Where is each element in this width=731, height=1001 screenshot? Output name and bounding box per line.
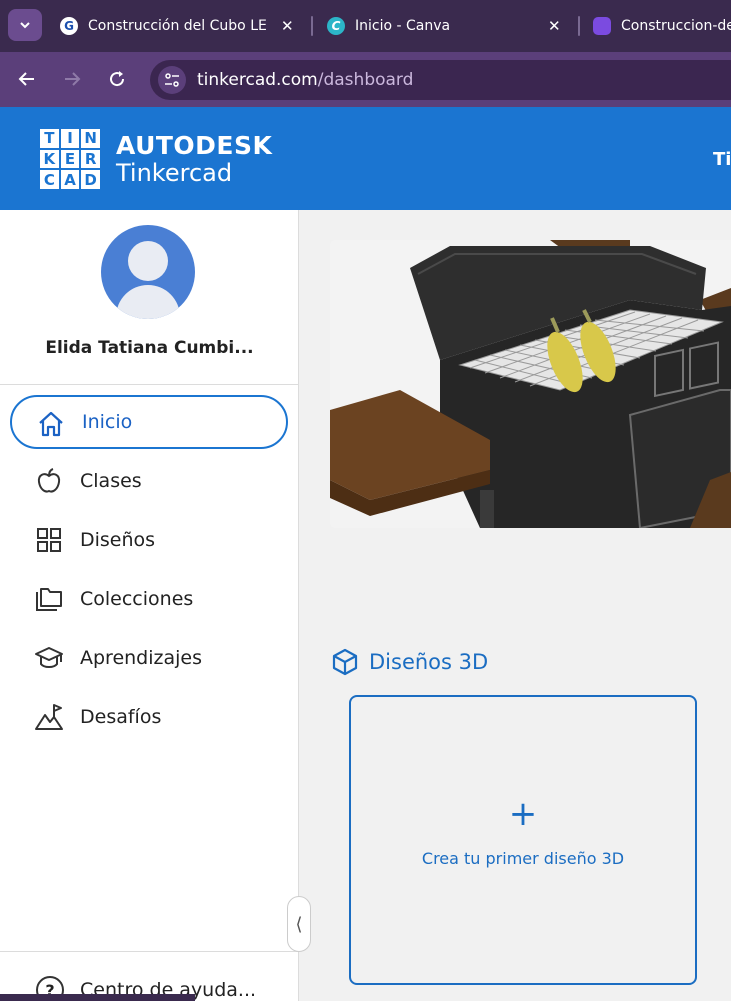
tab-separator: [578, 16, 580, 36]
sidebar-item-disenos[interactable]: Diseños: [10, 513, 288, 567]
logo-letter: D: [81, 170, 100, 189]
site-info-button[interactable]: [158, 66, 186, 94]
tab-canva[interactable]: C Inicio - Canva ✕: [327, 8, 567, 44]
sidebar-item-label: Diseños: [80, 529, 156, 551]
header-nav-link[interactable]: Ti: [713, 149, 731, 170]
folder-icon: [34, 586, 64, 612]
tab-construccion[interactable]: Construccion-de: [593, 8, 731, 44]
avatar-body: [116, 285, 180, 319]
brand-autodesk: AUTODESK: [116, 131, 273, 160]
sidebar-item-label: Aprendizajes: [80, 647, 203, 669]
close-tab-icon[interactable]: ✕: [548, 17, 561, 35]
url-domain: tinkercad.com: [197, 70, 318, 90]
logo-letter: E: [60, 149, 80, 169]
sidebar-item-label: Colecciones: [80, 588, 194, 610]
reload-button[interactable]: [104, 66, 130, 92]
sidebar-item-colecciones[interactable]: Colecciones: [10, 572, 288, 626]
home-icon: [36, 411, 66, 437]
sidebar: Elida Tatiana Cumbi... Inicio Clases Dis…: [0, 210, 299, 1001]
create-design-label: Crea tu primer diseño 3D: [421, 849, 625, 868]
url-text: tinkercad.com/dashboard: [197, 70, 413, 90]
logo-letter: N: [81, 129, 100, 148]
app-header: T I N K E R C A D AUTODESK Tinkercad Ti: [0, 107, 731, 210]
cube-icon: [332, 648, 358, 676]
apple-icon: [34, 468, 64, 494]
tab-title: Construcción del Cubo LED: [88, 18, 268, 34]
mountain-flag-icon: [34, 704, 64, 730]
address-bar[interactable]: tinkercad.com/dashboard: [150, 60, 731, 100]
logo-letter: C: [40, 170, 59, 189]
arrow-left-icon: [18, 72, 34, 86]
reload-icon: [110, 71, 125, 87]
logo-letter: T: [40, 129, 59, 148]
tune-icon: [165, 73, 179, 87]
logo-letter: I: [60, 129, 80, 148]
tab-search-button[interactable]: [8, 9, 42, 41]
divider: [0, 384, 299, 385]
section-title-disenos-3d: Diseños 3D: [331, 648, 488, 676]
google-docs-favicon-icon: G: [60, 17, 78, 35]
logo-letter: K: [40, 149, 59, 169]
user-name: Elida Tatiana Cumbi...: [45, 338, 254, 358]
divider: [0, 951, 299, 952]
canva-favicon-icon: C: [327, 17, 345, 35]
sidebar-collapse-handle[interactable]: ⟨: [287, 896, 311, 952]
tab-separator: [311, 16, 313, 36]
sidebar-item-label: Inicio: [82, 411, 133, 433]
section-title-text: Diseños 3D: [369, 650, 489, 674]
sidebar-item-inicio[interactable]: Inicio: [10, 395, 288, 449]
tinkercad-logo[interactable]: T I N K E R C A D: [40, 129, 100, 189]
plus-icon: +: [508, 794, 538, 834]
grill-render-image: [330, 240, 731, 528]
avatar-head: [128, 241, 168, 281]
sidebar-item-label: Clases: [80, 470, 142, 492]
sidebar-item-aprendizajes[interactable]: Aprendizajes: [10, 631, 288, 685]
tab-title: Construccion-de: [621, 18, 731, 34]
arrow-right-icon: [65, 72, 81, 86]
url-path: /dashboard: [317, 70, 414, 90]
sidebar-item-label: Desafíos: [80, 706, 162, 728]
browser-toolbar: tinkercad.com/dashboard: [0, 52, 731, 107]
grid-icon: [34, 527, 64, 553]
logo-letter: A: [60, 170, 80, 189]
logo-letter: R: [81, 149, 100, 169]
brand-tinkercad: Tinkercad: [116, 159, 233, 187]
forward-button[interactable]: [59, 66, 85, 92]
app-favicon-icon: [593, 17, 611, 35]
taskbar-strip: [0, 994, 195, 1001]
tab-title: Inicio - Canva: [355, 18, 451, 34]
tab-cubo-led[interactable]: G Construcción del Cubo LED ✕: [60, 8, 300, 44]
chevron-down-icon: [20, 22, 30, 29]
graduation-cap-icon: [34, 645, 64, 671]
avatar[interactable]: [101, 225, 195, 319]
browser-tab-bar: G Construcción del Cubo LED ✕ C Inicio -…: [0, 0, 731, 52]
hero-3d-render: [330, 240, 731, 528]
close-tab-icon[interactable]: ✕: [281, 17, 294, 35]
sidebar-item-clases[interactable]: Clases: [10, 454, 288, 508]
create-first-design-card[interactable]: + Crea tu primer diseño 3D: [349, 695, 697, 985]
back-button[interactable]: [14, 66, 40, 92]
sidebar-item-desafios[interactable]: Desafíos: [10, 690, 288, 744]
